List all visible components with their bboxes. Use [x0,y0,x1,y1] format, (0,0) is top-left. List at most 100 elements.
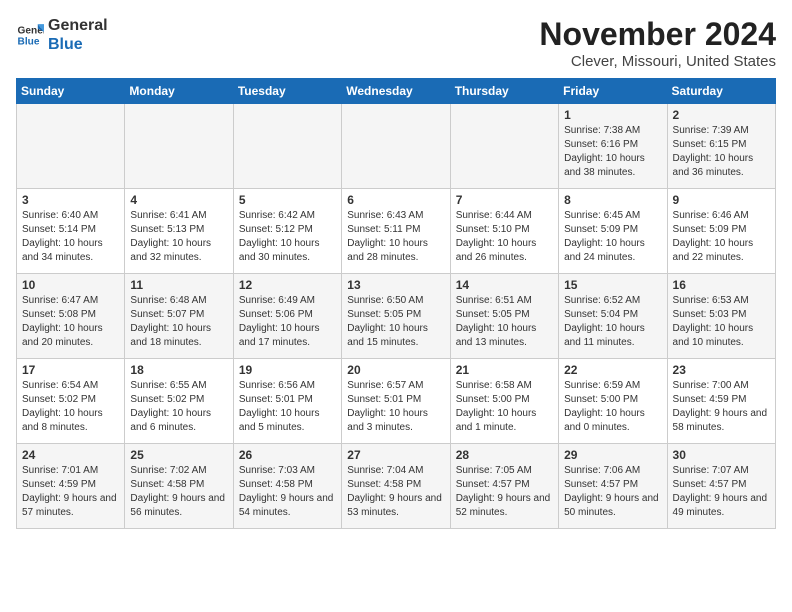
table-row [450,104,558,189]
day-number: 20 [347,363,444,377]
cell-info: Sunrise: 6:48 AM Sunset: 5:07 PM Dayligh… [130,294,227,350]
cell-info: Sunrise: 6:57 AM Sunset: 5:01 PM Dayligh… [347,379,444,435]
cell-info: Sunrise: 6:59 AM Sunset: 5:00 PM Dayligh… [564,379,661,435]
cell-info: Sunrise: 7:03 AM Sunset: 4:58 PM Dayligh… [239,464,336,520]
day-number: 1 [564,108,661,122]
day-number: 24 [22,448,119,462]
day-number: 5 [239,193,336,207]
cell-info: Sunrise: 6:51 AM Sunset: 5:05 PM Dayligh… [456,294,553,350]
logo-icon: General Blue [16,21,44,49]
table-row: 15Sunrise: 6:52 AM Sunset: 5:04 PM Dayli… [559,274,667,359]
cell-info: Sunrise: 6:40 AM Sunset: 5:14 PM Dayligh… [22,209,119,265]
table-row: 8Sunrise: 6:45 AM Sunset: 5:09 PM Daylig… [559,189,667,274]
svg-text:Blue: Blue [18,37,40,48]
table-row: 25 Sunrise: 7:02 AM Sunset: 4:58 PM Dayli… [125,444,233,529]
col-header-monday: Monday [125,79,233,104]
day-number: 10 [22,278,119,292]
day-number: 11 [130,278,227,292]
table-row: 30 Sunrise: 7:07 AM Sunset: 4:57 PM Dayli… [667,444,775,529]
day-number: 26 [239,448,336,462]
table-row: 20 Sunrise: 6:57 AM Sunset: 5:01 PM Dayli… [342,359,450,444]
table-row [233,104,341,189]
table-row: 10 Sunrise: 6:47 AM Sunset: 5:08 PM Dayli… [17,274,125,359]
table-row: 7 Sunrise: 6:44 AM Sunset: 5:10 PM Daylig… [450,189,558,274]
cell-info: Sunrise: 7:39 AM Sunset: 6:15 PM Dayligh… [673,124,770,180]
title-block: November 2024 Clever, Missouri, United S… [539,16,776,70]
table-row: 6 Sunrise: 6:43 AM Sunset: 5:11 PM Daylig… [342,189,450,274]
table-row: 22 Sunrise: 6:59 AM Sunset: 5:00 PM Dayli… [559,359,667,444]
logo-general: General [48,16,108,35]
day-number: 29 [564,448,661,462]
table-row: 4 Sunrise: 6:41 AM Sunset: 5:13 PM Daylig… [125,189,233,274]
cell-info: Sunrise: 6:41 AM Sunset: 5:13 PM Dayligh… [130,209,227,265]
cell-info: Sunrise: 7:07 AM Sunset: 4:57 PM Dayligh… [673,464,770,520]
table-row: 27 Sunrise: 7:04 AM Sunset: 4:58 PM Dayli… [342,444,450,529]
cell-info: Sunrise: 7:04 AM Sunset: 4:58 PM Dayligh… [347,464,444,520]
day-number: 3 [22,193,119,207]
table-row: 17 Sunrise: 6:54 AM Sunset: 5:02 PM Dayli… [17,359,125,444]
day-number: 7 [456,193,553,207]
cell-info: Sunrise: 6:58 AM Sunset: 5:00 PM Dayligh… [456,379,553,435]
day-number: 30 [673,448,770,462]
day-number: 17 [22,363,119,377]
table-row [342,104,450,189]
col-header-sunday: Sunday [17,79,125,104]
cell-info: Sunrise: 7:06 AM Sunset: 4:57 PM Dayligh… [564,464,661,520]
day-number: 6 [347,193,444,207]
day-number: 27 [347,448,444,462]
day-number: 2 [673,108,770,122]
day-number: 18 [130,363,227,377]
table-row: 9 Sunrise: 6:46 AM Sunset: 5:09 PM Daylig… [667,189,775,274]
cell-info: Sunrise: 7:02 AM Sunset: 4:58 PM Dayligh… [130,464,227,520]
cell-info: Sunrise: 7:00 AM Sunset: 4:59 PM Dayligh… [673,379,770,435]
cell-info: Sunrise: 6:49 AM Sunset: 5:06 PM Dayligh… [239,294,336,350]
table-row: 5 Sunrise: 6:42 AM Sunset: 5:12 PM Daylig… [233,189,341,274]
col-header-wednesday: Wednesday [342,79,450,104]
cell-info: Sunrise: 6:56 AM Sunset: 5:01 PM Dayligh… [239,379,336,435]
cell-info: Sunrise: 6:55 AM Sunset: 5:02 PM Dayligh… [130,379,227,435]
table-row: 16 Sunrise: 6:53 AM Sunset: 5:03 PM Dayli… [667,274,775,359]
day-number: 9 [673,193,770,207]
col-header-tuesday: Tuesday [233,79,341,104]
table-row [125,104,233,189]
cell-info: Sunrise: 6:42 AM Sunset: 5:12 PM Dayligh… [239,209,336,265]
cell-info: Sunrise: 7:38 AM Sunset: 6:16 PM Dayligh… [564,124,661,180]
table-row: 18 Sunrise: 6:55 AM Sunset: 5:02 PM Dayli… [125,359,233,444]
day-number: 13 [347,278,444,292]
cell-info: Sunrise: 6:43 AM Sunset: 5:11 PM Dayligh… [347,209,444,265]
col-header-thursday: Thursday [450,79,558,104]
day-number: 22 [564,363,661,377]
day-number: 28 [456,448,553,462]
logo-blue: Blue [48,35,108,54]
cell-info: Sunrise: 6:53 AM Sunset: 5:03 PM Dayligh… [673,294,770,350]
table-row: 19 Sunrise: 6:56 AM Sunset: 5:01 PM Dayli… [233,359,341,444]
table-row: 24 Sunrise: 7:01 AM Sunset: 4:59 PM Dayli… [17,444,125,529]
day-number: 23 [673,363,770,377]
cell-info: Sunrise: 6:54 AM Sunset: 5:02 PM Dayligh… [22,379,119,435]
cell-info: Sunrise: 6:47 AM Sunset: 5:08 PM Dayligh… [22,294,119,350]
page-subtitle: Clever, Missouri, United States [539,53,776,70]
day-number: 16 [673,278,770,292]
cell-info: Sunrise: 6:50 AM Sunset: 5:05 PM Dayligh… [347,294,444,350]
logo: General Blue General Blue [16,16,108,54]
cell-info: Sunrise: 7:05 AM Sunset: 4:57 PM Dayligh… [456,464,553,520]
day-number: 4 [130,193,227,207]
day-number: 19 [239,363,336,377]
table-row: 26 Sunrise: 7:03 AM Sunset: 4:58 PM Dayli… [233,444,341,529]
cell-info: Sunrise: 6:44 AM Sunset: 5:10 PM Dayligh… [456,209,553,265]
table-row: 3 Sunrise: 6:40 AM Sunset: 5:14 PM Daylig… [17,189,125,274]
cell-info: Sunrise: 6:46 AM Sunset: 5:09 PM Dayligh… [673,209,770,265]
table-row: 14Sunrise: 6:51 AM Sunset: 5:05 PM Dayli… [450,274,558,359]
table-row: 12Sunrise: 6:49 AM Sunset: 5:06 PM Dayli… [233,274,341,359]
table-row [17,104,125,189]
table-row: 21 Sunrise: 6:58 AM Sunset: 5:00 PM Dayli… [450,359,558,444]
table-row: 13 Sunrise: 6:50 AM Sunset: 5:05 PM Dayli… [342,274,450,359]
table-row: 28 Sunrise: 7:05 AM Sunset: 4:57 PM Dayli… [450,444,558,529]
day-number: 25 [130,448,227,462]
cell-info: Sunrise: 7:01 AM Sunset: 4:59 PM Dayligh… [22,464,119,520]
cell-info: Sunrise: 6:52 AM Sunset: 5:04 PM Dayligh… [564,294,661,350]
day-number: 21 [456,363,553,377]
cell-info: Sunrise: 6:45 AM Sunset: 5:09 PM Dayligh… [564,209,661,265]
col-header-saturday: Saturday [667,79,775,104]
table-row: 1 Sunrise: 7:38 AM Sunset: 6:16 PM Daylig… [559,104,667,189]
